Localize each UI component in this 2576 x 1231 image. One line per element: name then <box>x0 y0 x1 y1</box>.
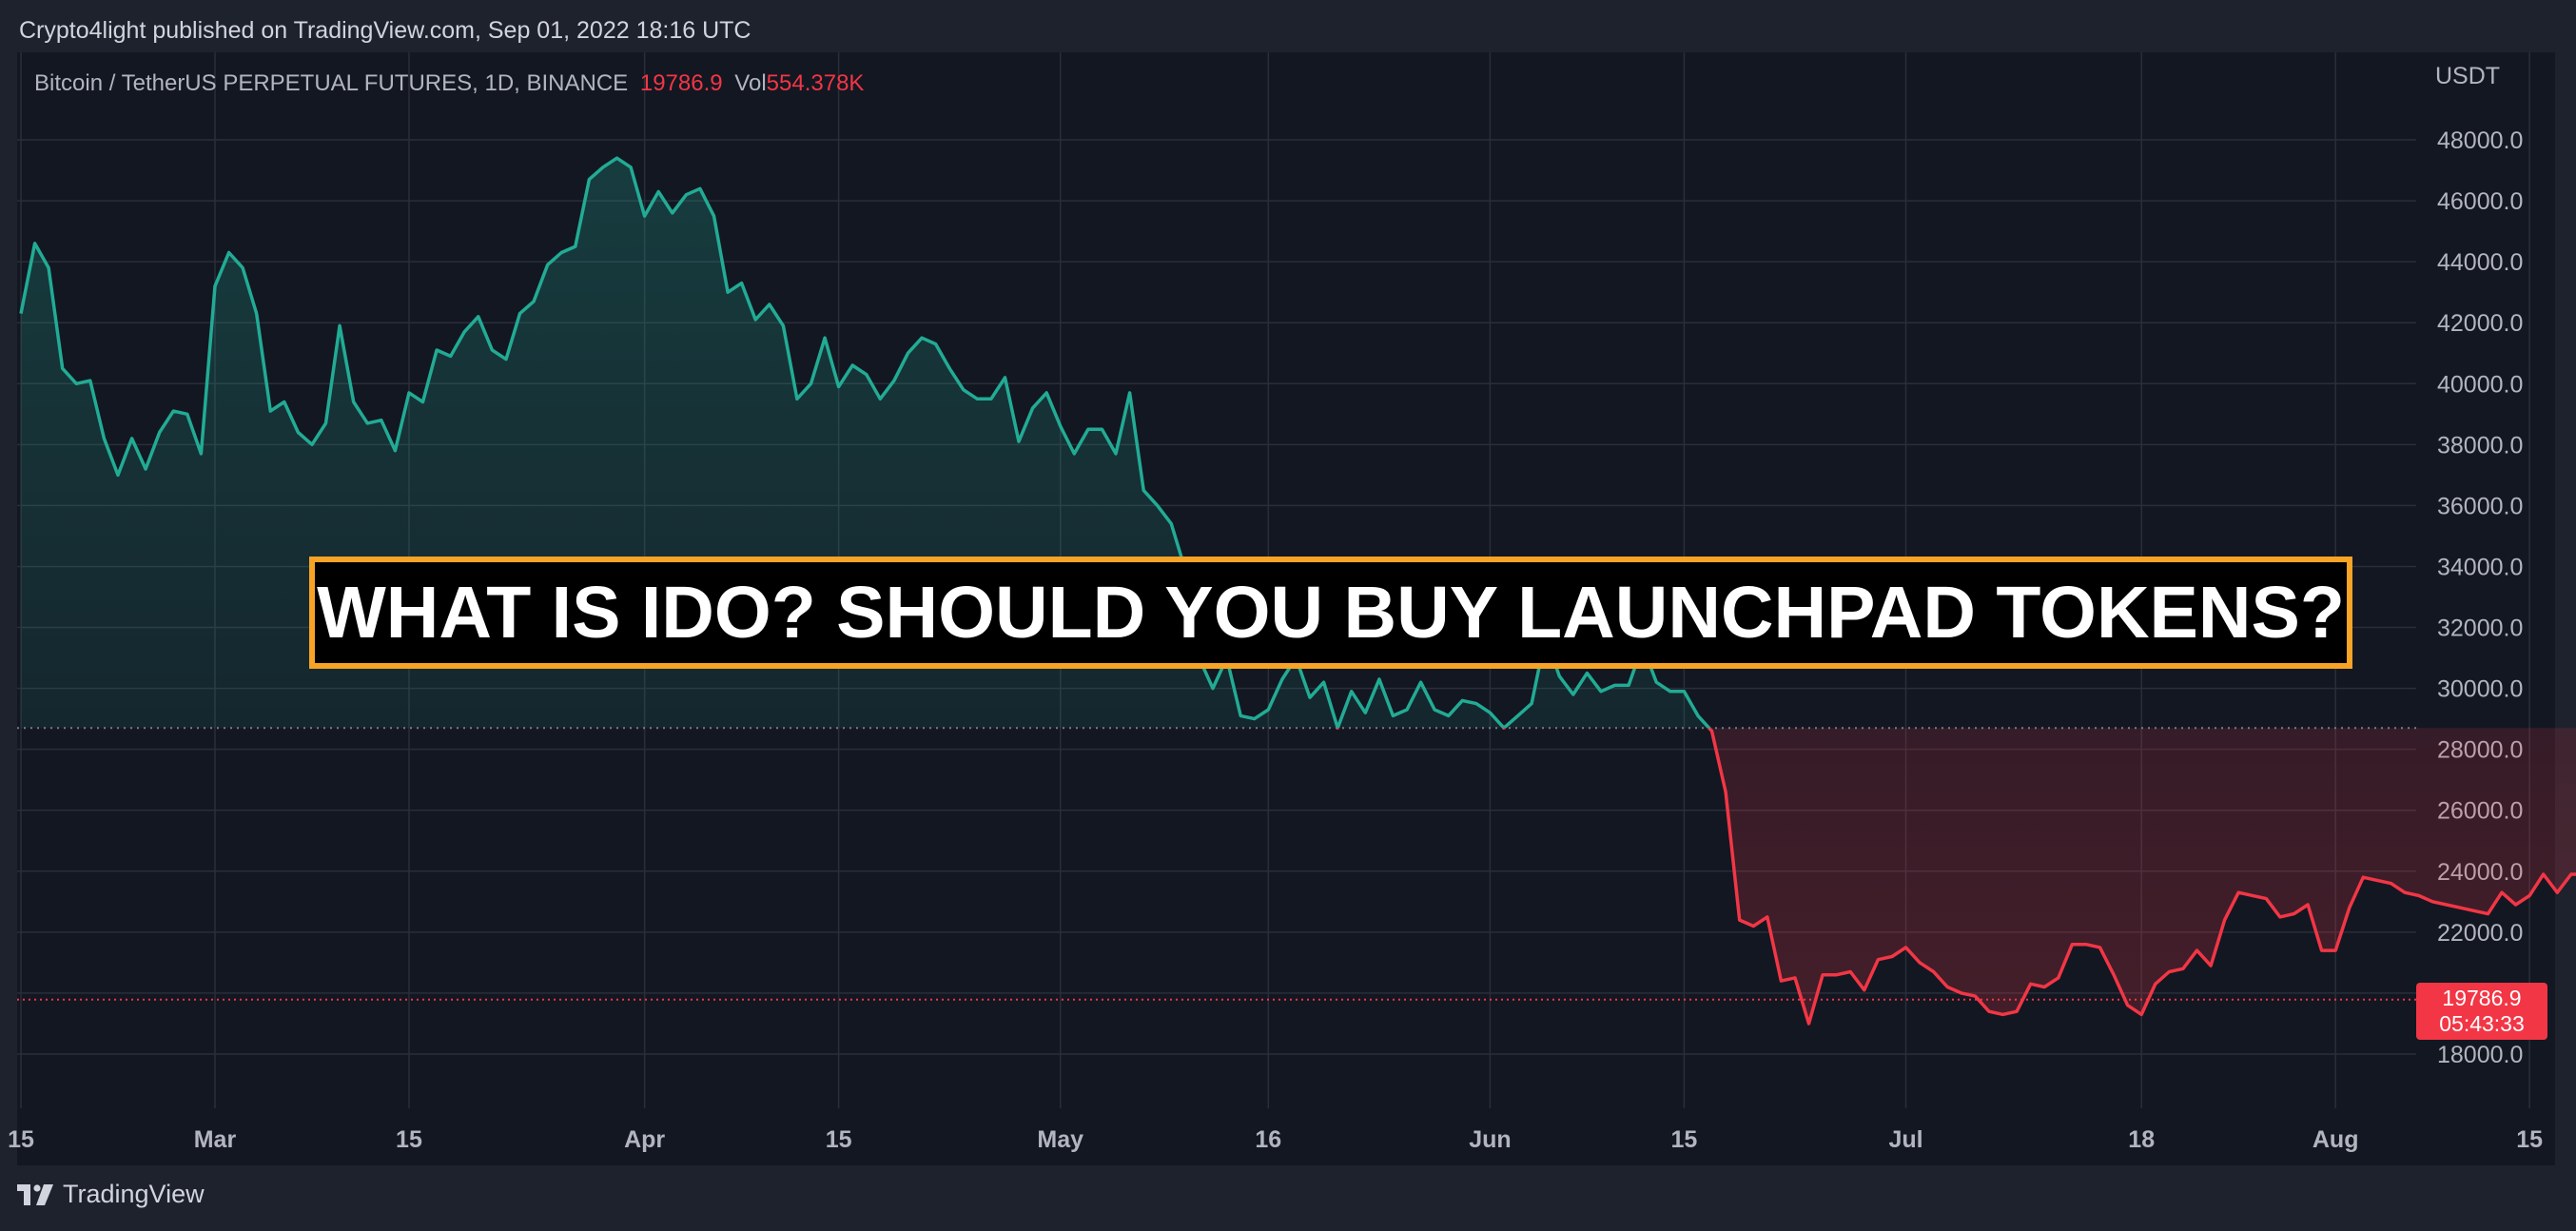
symbol-name: Bitcoin / TetherUS PERPETUAL FUTURES, 1D… <box>34 70 629 96</box>
symbol-info: Bitcoin / TetherUS PERPETUAL FUTURES, 1D… <box>34 70 869 97</box>
y-tick-label: 40000.0 <box>2437 371 2523 398</box>
x-tick-label: 15 <box>396 1126 422 1153</box>
x-tick-label: Apr <box>624 1126 665 1153</box>
y-tick-label: 44000.0 <box>2437 249 2523 276</box>
price-tag-value: 19786.9 <box>2442 986 2522 1010</box>
y-tick-label: 34000.0 <box>2437 554 2523 580</box>
y-tick-label: 36000.0 <box>2437 493 2523 519</box>
y-tick-label: 46000.0 <box>2437 188 2523 215</box>
x-tick-label: May <box>1037 1126 1083 1153</box>
x-tick-label: 15 <box>2516 1126 2543 1153</box>
price-tag-countdown: 05:43:33 <box>2439 1011 2525 1036</box>
footer-brand: TradingView <box>63 1180 205 1208</box>
tradingview-logo-icon <box>17 1183 53 1205</box>
footer[interactable]: TradingView <box>17 1180 205 1209</box>
y-tick-label: 48000.0 <box>2437 127 2523 154</box>
x-tick-label: 16 <box>1255 1126 1281 1153</box>
symbol-price: 19786.9 <box>639 70 723 96</box>
y-tick-label: 22000.0 <box>2437 920 2523 947</box>
y-tick-label: 38000.0 <box>2437 432 2523 459</box>
y-tick-label: 32000.0 <box>2437 616 2523 642</box>
x-tick-label: Aug <box>2313 1126 2359 1153</box>
y-tick-label: 18000.0 <box>2437 1042 2523 1068</box>
x-tick-label: 18 <box>2128 1126 2155 1153</box>
title-banner: WHAT IS IDO? SHOULD YOU BUY LAUNCHPAD TO… <box>309 557 2352 669</box>
x-axis: 15Mar15Apr15May16Jun15Jul18Aug15Sep <box>8 1126 2543 1153</box>
y-tick-label: 42000.0 <box>2437 310 2523 337</box>
y-axis: 18000.020000.022000.024000.026000.028000… <box>2437 127 2523 1068</box>
vol-value: 554.378K <box>766 70 865 96</box>
banner-text: WHAT IS IDO? SHOULD YOU BUY LAUNCHPAD TO… <box>317 571 2345 654</box>
y-axis-unit: USDT <box>2435 63 2500 89</box>
last-price-tag: 19786.9 05:43:33 <box>2416 983 2547 1040</box>
x-tick-label: 15 <box>826 1126 852 1153</box>
x-tick-label: Jul <box>1888 1126 1922 1153</box>
y-tick-label: 30000.0 <box>2437 676 2523 703</box>
x-tick-label: Mar <box>194 1126 237 1153</box>
x-tick-label: Jun <box>1469 1126 1511 1153</box>
vol-label: Vol <box>734 70 767 96</box>
x-tick-label: 15 <box>1670 1126 1697 1153</box>
x-tick-label: 15 <box>8 1126 34 1153</box>
